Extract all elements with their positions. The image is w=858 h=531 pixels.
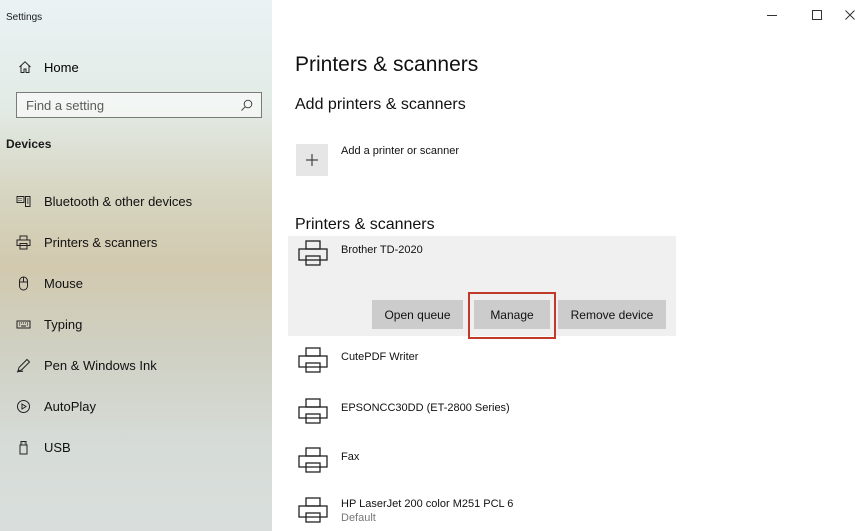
home-nav-item[interactable]: Home — [18, 58, 79, 76]
sidebar: Settings Home Find a setting Devices Blu… — [0, 0, 272, 531]
search-input[interactable]: Find a setting — [16, 92, 262, 118]
sidebar-item-label: Bluetooth & other devices — [44, 194, 193, 209]
printers-section-title: Printers & scanners — [295, 216, 435, 233]
sidebar-item-usb[interactable]: USB — [0, 427, 272, 468]
add-tile[interactable] — [296, 144, 328, 176]
printer-name: CutePDF Writer — [341, 351, 419, 363]
printer-item-epson[interactable]: EPSONCC30DD (ET-2800 Series) — [296, 396, 510, 426]
sidebar-item-bluetooth[interactable]: Bluetooth & other devices — [0, 181, 272, 222]
search-placeholder: Find a setting — [26, 97, 105, 113]
printer-icon — [298, 240, 328, 266]
sidebar-item-typing[interactable]: Typing — [0, 304, 272, 345]
app-title: Settings — [6, 12, 43, 23]
remove-device-button[interactable]: Remove device — [558, 300, 666, 329]
sidebar-item-label: Mouse — [44, 276, 84, 291]
autoplay-icon — [17, 400, 30, 413]
printer-default-status: Default — [341, 512, 376, 524]
printer-item-hp[interactable]: HP LaserJet 200 color M251 PCL 6 Default — [296, 495, 513, 525]
sidebar-item-label: USB — [44, 440, 71, 455]
sidebar-item-mouse[interactable]: Mouse — [0, 263, 272, 304]
printer-name: HP LaserJet 200 color M251 PCL 6 — [341, 498, 514, 510]
settings-window: Settings Home Find a setting Devices Blu… — [0, 0, 858, 531]
usb-icon — [19, 441, 28, 455]
sidebar-nav: Bluetooth & other devices Printers & sca… — [0, 181, 272, 468]
printer-item-fax[interactable]: Fax — [296, 445, 359, 475]
add-section-title: Add printers & scanners — [295, 96, 466, 113]
manage-highlight-box — [468, 292, 556, 339]
mouse-icon — [19, 276, 28, 291]
printer-item-brother[interactable]: Brother TD-2020 — [296, 238, 423, 268]
sidebar-item-label: Typing — [44, 317, 83, 332]
home-label: Home — [44, 59, 79, 75]
plus-icon — [306, 154, 318, 166]
printer-name: Brother TD-2020 — [341, 244, 423, 256]
printer-name: Fax — [341, 451, 360, 463]
printer-icon — [298, 447, 328, 473]
pen-icon — [16, 358, 31, 373]
printer-icon — [298, 398, 328, 424]
bluetooth-devices-icon — [16, 196, 31, 207]
sidebar-item-label: AutoPlay — [44, 399, 97, 414]
add-printer-button[interactable]: Add a printer or scanner — [296, 144, 459, 176]
add-printer-label: Add a printer or scanner — [341, 145, 460, 157]
sidebar-item-autoplay[interactable]: AutoPlay — [0, 386, 272, 427]
sidebar-item-label: Printers & scanners — [44, 235, 158, 250]
printer-icon — [16, 235, 31, 250]
open-queue-button[interactable]: Open queue — [372, 300, 463, 329]
devices-section-label: Devices — [6, 137, 52, 151]
sidebar-item-printers[interactable]: Printers & scanners — [0, 222, 272, 263]
home-icon — [19, 61, 31, 73]
page-title: Printers & scanners — [295, 53, 479, 76]
search-icon[interactable] — [240, 99, 253, 112]
printer-icon — [298, 347, 328, 373]
main-content: Printers & scanners Add printers & scann… — [272, 0, 858, 531]
sidebar-item-pen[interactable]: Pen & Windows Ink — [0, 345, 272, 386]
keyboard-icon — [16, 320, 31, 329]
printer-item-cutepdf[interactable]: CutePDF Writer — [296, 345, 418, 375]
printer-icon — [298, 497, 328, 523]
printer-name: EPSONCC30DD (ET-2800 Series) — [341, 402, 510, 414]
sidebar-item-label: Pen & Windows Ink — [44, 358, 157, 373]
